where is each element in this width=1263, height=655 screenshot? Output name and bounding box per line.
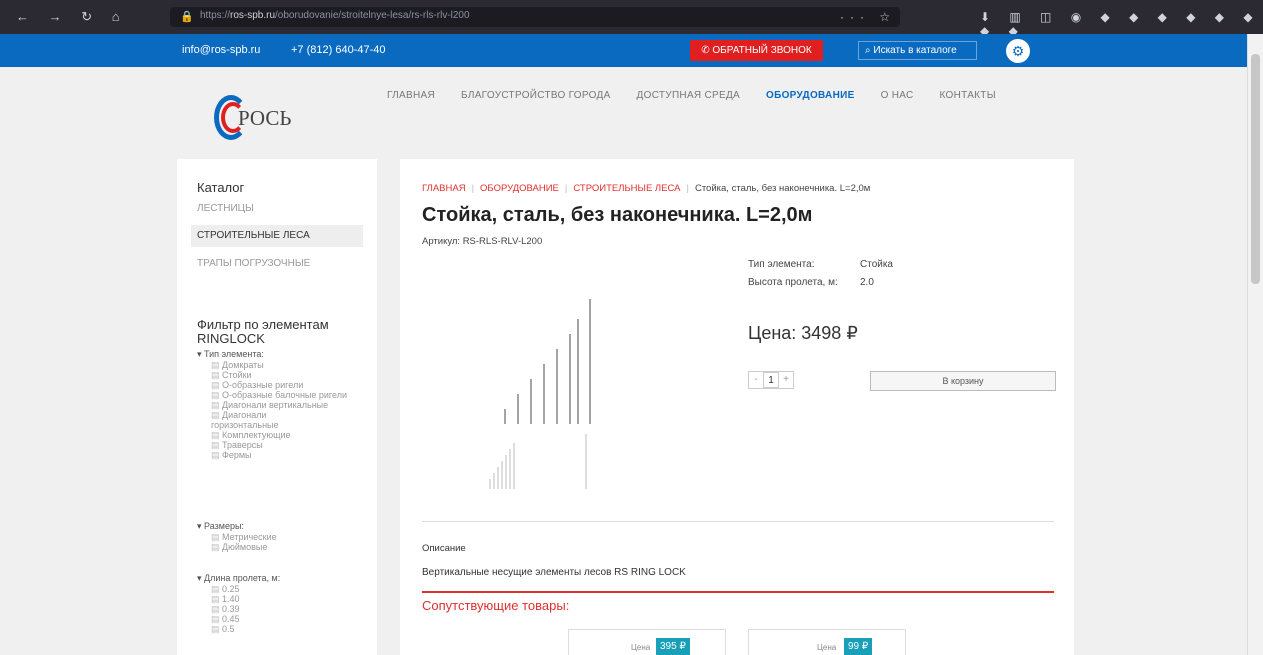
phone-link[interactable]: +7 (812) 640-47-40: [291, 44, 385, 56]
page-title: Стойка, сталь, без наконечника. L=2,0м: [422, 204, 813, 226]
page-scrollbar[interactable]: [1247, 34, 1263, 655]
email-link[interactable]: info@ros-spb.ru: [182, 44, 260, 56]
breadcrumb-current: Стойка, сталь, без наконечника. L=2,0м: [694, 183, 871, 194]
address-bar[interactable]: 🔒 https://ros-spb.ru/oborudovanie/stroit…: [170, 7, 900, 27]
related-price: 99 ₽: [844, 638, 873, 655]
filter-option[interactable]: 0.5: [197, 624, 280, 634]
product-price: Цена: 3498 ₽: [748, 323, 858, 343]
filter-option[interactable]: Диагонали горизонтальные: [197, 410, 317, 430]
cart-icon[interactable]: ⚙: [1006, 39, 1030, 63]
qty-input[interactable]: 1: [763, 372, 779, 388]
related-card[interactable]: Цена 99 ₽: [748, 629, 906, 655]
filter-option[interactable]: Стойки: [197, 370, 347, 380]
product-sku: Артикул: RS-RLS-RLV-L200: [422, 236, 543, 247]
filter-option[interactable]: Домкраты: [197, 360, 347, 370]
qty-minus-button[interactable]: -: [749, 372, 763, 388]
menu-item-access[interactable]: ДОСТУПНАЯ СРЕДА: [637, 90, 740, 101]
bookmark-star-icon[interactable]: ··· ☆: [840, 10, 896, 24]
lock-icon: 🔒: [180, 11, 194, 23]
breadcrumb-equipment[interactable]: ОБОРУДОВАНИЕ: [480, 183, 559, 194]
product-content: ГЛАВНАЯ | ОБОРУДОВАНИЕ | СТРОИТЕЛЬНЫЕ ЛЕСА | С…: [400, 159, 1074, 655]
filter-group-size: ▾ Размеры: Метрические Дюймовые: [197, 521, 277, 552]
divider: [422, 591, 1054, 593]
filter-title: Фильтр по элементам RINGLOCK: [197, 317, 329, 346]
filter-option[interactable]: Комплектующие: [197, 430, 347, 440]
top-contact-bar: info@ros-spb.ru +7 (812) 640-47-40 ✆ ОБР…: [0, 34, 1247, 67]
category-scaffolding[interactable]: СТРОИТЕЛЬНЫЕ ЛЕСА: [191, 225, 363, 247]
menu-item-about[interactable]: О НАС: [881, 90, 914, 101]
filter-option[interactable]: Траверсы: [197, 440, 347, 450]
product-image[interactable]: [480, 259, 610, 494]
filter-option[interactable]: 0.39: [197, 604, 280, 614]
filter-option[interactable]: Диагонали вертикальные: [197, 400, 347, 410]
menu-item-equipment[interactable]: ОБОРУДОВАНИЕ: [766, 90, 855, 101]
filter-option[interactable]: О-образные ригели: [197, 380, 347, 390]
search-input[interactable]: ⌕ Искать в каталоге: [858, 41, 977, 60]
browser-toolbar: ← → ↻ ⌂ 🔒 https://ros-spb.ru/oborudovani…: [0, 0, 1263, 38]
qty-plus-button[interactable]: +: [779, 372, 793, 388]
filter-option[interactable]: Дюймовые: [197, 542, 277, 552]
menu-item-contacts[interactable]: КОНТАКТЫ: [940, 90, 996, 101]
add-to-cart-button[interactable]: В корзину: [870, 371, 1056, 391]
divider: [422, 521, 1054, 522]
related-title: Сопутствующие товары:: [422, 598, 570, 613]
filter-option[interactable]: 0.45: [197, 614, 280, 624]
category-ladders[interactable]: ЛЕСТНИЦЫ: [197, 203, 254, 214]
filter-option[interactable]: 0.25: [197, 584, 280, 594]
description-text: Вертикальные несущие элементы лесов RS R…: [422, 567, 686, 578]
filter-option[interactable]: 1.40: [197, 594, 280, 604]
callback-button[interactable]: ✆ ОБРАТНЫЙ ЗВОНОК: [690, 40, 823, 61]
menu-item-city[interactable]: БЛАГОУСТРОЙСТВО ГОРОДА: [461, 90, 611, 101]
browser-nav-icons[interactable]: ← → ↻ ⌂: [16, 9, 128, 25]
filter-option[interactable]: О-образные балочные ригели: [197, 390, 347, 400]
main-menu: ГЛАВНАЯ БЛАГОУСТРОЙСТВО ГОРОДА ДОСТУПНАЯ С…: [387, 90, 1022, 101]
filter-option[interactable]: Фермы: [197, 450, 347, 460]
catalog-sidebar: Каталог ЛЕСТНИЦЫ СТРОИТЕЛЬНЫЕ ЛЕСА ТРАПЫ…: [177, 159, 377, 655]
breadcrumb-home[interactable]: ГЛАВНАЯ: [422, 183, 466, 194]
related-card[interactable]: Цена 395 ₽: [568, 629, 726, 655]
site-logo[interactable]: РОСЬ: [214, 95, 324, 140]
catalog-title: Каталог: [197, 180, 245, 195]
filter-group-type: ▾ Тип элемента: Домкраты Стойки О-образн…: [197, 349, 347, 460]
quantity-stepper[interactable]: - 1 +: [748, 371, 794, 389]
related-price: 395 ₽: [656, 638, 690, 655]
breadcrumb-scaffolding[interactable]: СТРОИТЕЛЬНЫЕ ЛЕСА: [573, 183, 680, 194]
menu-item-home[interactable]: ГЛАВНАЯ: [387, 90, 435, 101]
product-specs: Тип элемента: Стойка Высота пролета, м: 2.…: [748, 259, 893, 288]
site-header: РОСЬ ГЛАВНАЯ БЛАГОУСТРОЙСТВО ГОРОДА ДОСТУП…: [0, 67, 1247, 159]
category-ramps[interactable]: ТРАПЫ ПОГРУЗОЧНЫЕ: [197, 258, 310, 269]
breadcrumb: ГЛАВНАЯ | ОБОРУДОВАНИЕ | СТРОИТЕЛЬНЫЕ ЛЕСА | С…: [422, 183, 871, 194]
description-title: Описание: [422, 543, 466, 554]
filter-group-span: ▾ Длина пролета, м: 0.25 1.40 0.39 0.45 …: [197, 573, 280, 634]
filter-option[interactable]: Метрические: [197, 532, 277, 542]
